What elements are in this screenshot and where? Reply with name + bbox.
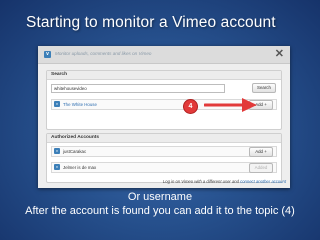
account-name: Jelmer is de max [63,165,97,170]
add-account-button[interactable]: Add + [249,147,273,157]
search-input[interactable]: whitehousevideo [51,84,225,93]
authorized-accounts-panel: Authorized Accounts v justCarakac Add + … [46,133,282,183]
vimeo-dialog-screenshot: v Monitor uploads, comments and likes on… [38,46,290,188]
step-number-badge: 4 [184,100,197,113]
vimeo-logo-icon: v [44,51,51,58]
search-section-title: Search [47,71,281,80]
search-button[interactable]: Search [252,83,276,93]
account-row: v Jelmer is de max Added [51,162,277,173]
vimeo-account-icon: v [54,164,60,170]
red-arrow-icon [204,98,257,112]
vimeo-account-icon: v [54,148,60,154]
caption-line-1: Or username [127,191,193,203]
caption-line-2: After the account is found you can add i… [25,205,295,217]
account-name: justCarakac [63,149,87,154]
vimeo-account-icon: v [54,101,60,107]
authorized-section-title: Authorized Accounts [47,134,281,143]
slide-title: Starting to monitor a Vimeo account [26,14,276,31]
search-result-name[interactable]: The White House [63,100,97,109]
dialog-header-label: Monitor uploads, comments and likes on V… [55,51,152,56]
close-icon[interactable]: ✕ [275,47,284,61]
added-account-button: Added [249,163,273,173]
account-row: v justCarakac Add + [51,146,277,157]
dialog-header: v Monitor uploads, comments and likes on… [38,46,290,64]
